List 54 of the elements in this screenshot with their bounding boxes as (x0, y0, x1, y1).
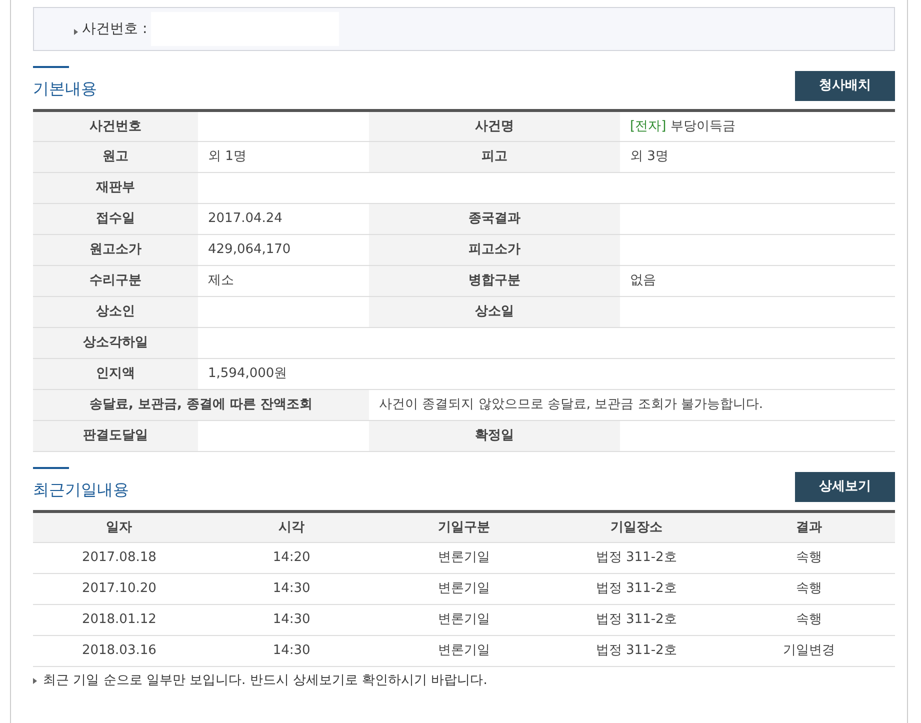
table-cell: 기일변경 (722, 636, 895, 666)
field-label: 접수일 (33, 204, 198, 234)
column-header: 기일구분 (378, 512, 550, 542)
field-label: 확정일 (369, 420, 620, 452)
table-cell: 2017.08.18 (33, 542, 206, 574)
courtroom-button[interactable]: 청사배치 (795, 71, 895, 101)
details-button[interactable]: 상세보기 (795, 472, 895, 502)
field-label: 송달료, 보관금, 종결에 따른 잔액조회 (33, 390, 369, 420)
field-label: 종국결과 (369, 204, 620, 234)
field-label: 수리구분 (33, 266, 198, 296)
case-number-label: 사건번호 : (82, 20, 148, 38)
field-label: 피고소가 (369, 234, 620, 266)
field-label: 상소인 (33, 296, 198, 328)
field-label: 상소각하일 (33, 328, 198, 358)
table-cell: 법정 311-2호 (550, 636, 723, 666)
field-label: 판결도달일 (33, 420, 198, 452)
table-cell: 14:30 (205, 604, 378, 636)
table-cell: 속행 (722, 574, 895, 604)
field-label: 원고 (33, 142, 198, 172)
table-cell: 법정 311-2호 (550, 574, 723, 604)
bullet-icon (33, 678, 37, 684)
field-label: 원고소가 (33, 234, 198, 266)
table-cell: 2018.01.12 (33, 604, 206, 636)
table-cell: 변론기일 (378, 542, 550, 574)
table-cell: 속행 (722, 604, 895, 636)
field-label: 재판부 (33, 172, 198, 204)
table-cell: 변론기일 (378, 636, 550, 666)
bullet-icon (74, 28, 78, 34)
field-label: 피고 (369, 142, 620, 172)
table-cell: 속행 (722, 542, 895, 574)
column-header: 일자 (33, 512, 206, 542)
table-cell: 2017.10.20 (33, 574, 206, 604)
table-cell: 변론기일 (378, 604, 550, 636)
field-label: 병합구분 (369, 266, 620, 296)
table-cell: 2018.03.16 (33, 636, 206, 666)
section-title: 최근기일내용 (33, 480, 129, 499)
table-cell: 법정 311-2호 (550, 542, 723, 574)
field-value: 외 3명 (620, 142, 895, 172)
table-cell: 변론기일 (378, 574, 550, 604)
column-header: 기일장소 (550, 512, 723, 542)
field-label: 사건명 (369, 110, 620, 142)
field-value: [전자] 부당이득금 (620, 110, 895, 142)
notice-text: 최근 기일 순으로 일부만 보입니다. 반드시 상세보기로 확인하시기 바랍니다. (43, 672, 488, 690)
field-label: 사건번호 (33, 110, 198, 142)
field-label: 상소일 (369, 296, 620, 328)
field-value: 없음 (620, 266, 895, 296)
table-cell: 14:20 (205, 542, 378, 574)
section-title: 기본내용 (33, 79, 97, 98)
column-header: 시각 (205, 512, 378, 542)
table-cell: 14:30 (205, 636, 378, 666)
table-cell: 법정 311-2호 (550, 604, 723, 636)
column-header: 결과 (722, 512, 895, 542)
table-cell: 14:30 (205, 574, 378, 604)
field-label: 인지액 (33, 358, 198, 390)
